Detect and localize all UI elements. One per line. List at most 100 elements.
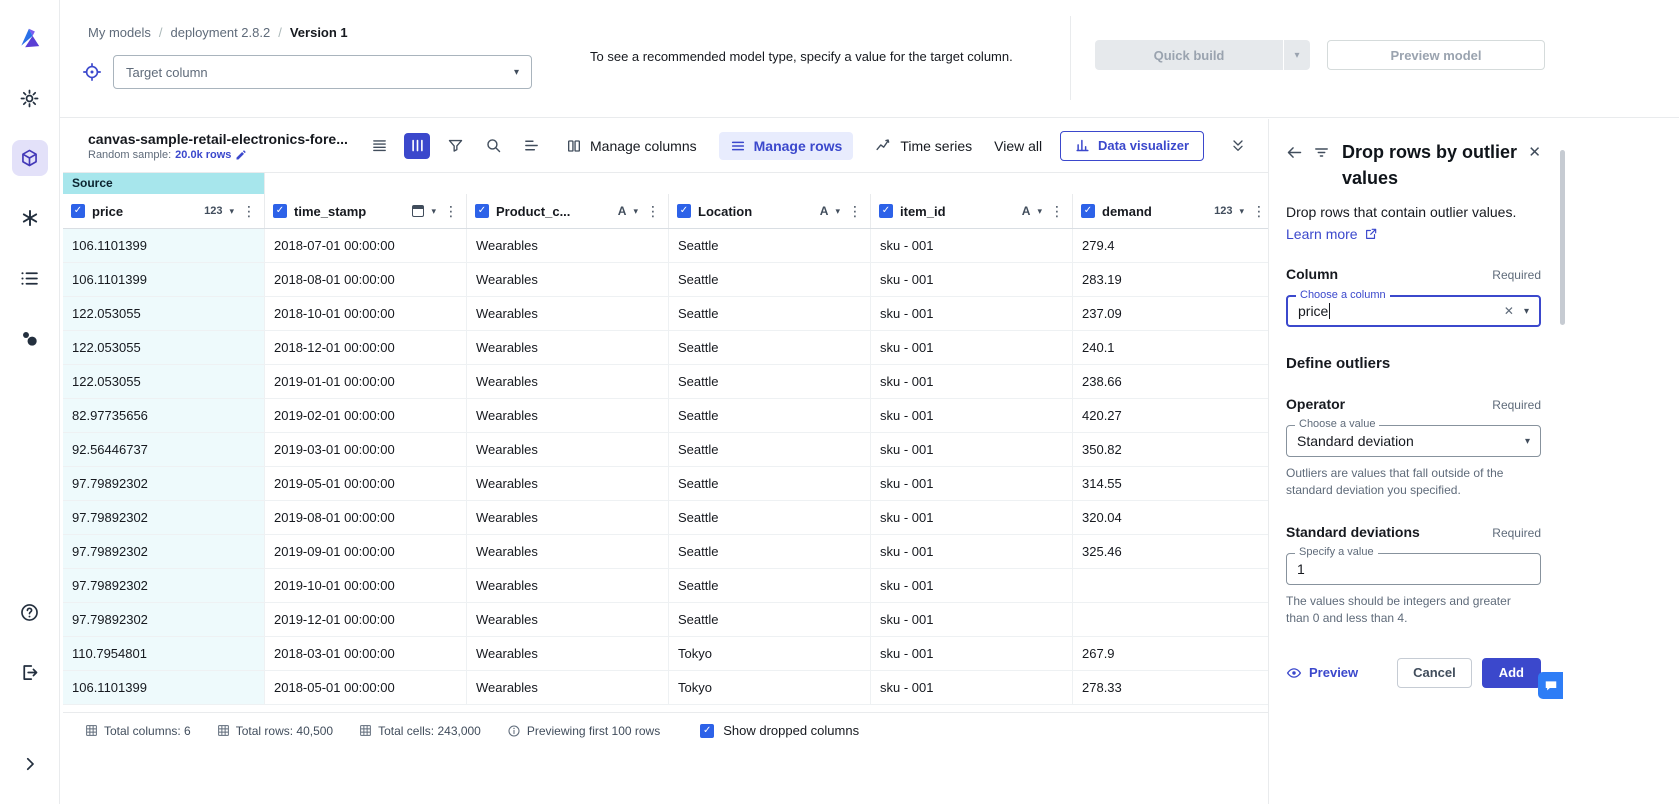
column-type-caret-icon[interactable]: ▾ (1239, 206, 1244, 217)
cell: 92.56446737 (63, 433, 265, 467)
table-row: 97.798923022019-08-01 00:00:00WearablesS… (63, 501, 1268, 535)
panel-title: Drop rows by outlier values (1342, 139, 1520, 191)
grid-icon (359, 724, 372, 737)
column-header-Product_c...[interactable]: ✓Product_c...A▾⋮ (467, 194, 669, 228)
breadcrumb-item[interactable]: deployment 2.8.2 (170, 25, 270, 40)
column-name: demand (1102, 204, 1152, 219)
models-nav-icon[interactable] (12, 140, 48, 176)
column-type-caret-icon[interactable]: ▾ (431, 206, 436, 217)
list-view-icon[interactable] (366, 133, 392, 159)
collapse-toolbar-icon[interactable] (1230, 138, 1246, 154)
column-type-caret-icon[interactable]: ▾ (1037, 206, 1042, 217)
target-column-select[interactable]: Target column ▾ (113, 55, 532, 89)
grid-view-icon[interactable] (404, 133, 430, 159)
chat-widget-button[interactable] (1538, 672, 1563, 699)
column-menu-icon[interactable]: ⋮ (1050, 203, 1064, 220)
list-nav-icon[interactable] (12, 260, 48, 296)
column-header-Location[interactable]: ✓LocationA▾⋮ (669, 194, 871, 228)
back-icon[interactable] (1286, 144, 1303, 161)
calendar-type-icon (412, 205, 424, 217)
column-checkbox[interactable]: ✓ (1081, 204, 1095, 218)
column-type-caret-icon[interactable]: ▾ (633, 206, 638, 217)
quick-build-caret-icon[interactable]: ▾ (1283, 40, 1310, 70)
status-bar: Total columns: 6 Total rows: 40,500 Tota… (63, 712, 1268, 748)
cell: 97.79892302 (63, 603, 265, 637)
column-combobox[interactable]: Choose a column price ✕ ▾ (1286, 295, 1541, 327)
show-dropped-checkbox[interactable]: ✓ (700, 724, 714, 738)
cell: Wearables (467, 433, 669, 467)
operator-select[interactable]: Choose a value Standard deviation ▾ (1286, 425, 1541, 457)
data-visualizer-button[interactable]: Data visualizer (1060, 131, 1204, 161)
time-series-button[interactable]: Time series (875, 137, 972, 154)
scrollbar-thumb[interactable] (1560, 150, 1565, 325)
automations-nav-icon[interactable] (12, 200, 48, 236)
cell: 122.053055 (63, 331, 265, 365)
cell: 240.1 (1073, 331, 1268, 365)
text-type-icon: A (820, 204, 829, 218)
preview-label: Preview (1309, 665, 1358, 680)
cancel-button[interactable]: Cancel (1397, 658, 1472, 688)
column-menu-icon[interactable]: ⋮ (444, 203, 458, 220)
column-menu-icon[interactable]: ⋮ (242, 203, 256, 220)
breadcrumb-item[interactable]: My models (88, 25, 151, 40)
cell: 97.79892302 (63, 535, 265, 569)
column-menu-icon[interactable]: ⋮ (646, 203, 660, 220)
datasets-nav-icon[interactable] (12, 320, 48, 356)
quick-build-split-button: Quick build ▾ (1095, 40, 1310, 70)
column-checkbox[interactable]: ✓ (273, 204, 287, 218)
column-checkbox[interactable]: ✓ (879, 204, 893, 218)
cell: 320.04 (1073, 501, 1268, 535)
cell: Tokyo (669, 637, 871, 671)
app-logo[interactable] (12, 20, 48, 56)
search-icon[interactable] (480, 133, 506, 159)
logout-icon[interactable] (12, 654, 48, 690)
chevron-down-icon[interactable]: ▾ (1524, 306, 1529, 317)
column-header-item_id[interactable]: ✓item_idA▾⋮ (871, 194, 1073, 228)
view-all-button[interactable]: View all (994, 138, 1042, 154)
column-menu-icon[interactable]: ⋮ (848, 203, 862, 220)
chevron-down-icon: ▾ (514, 67, 519, 78)
preview-model-button[interactable]: Preview model (1327, 40, 1545, 70)
help-icon[interactable] (12, 594, 48, 630)
checklist-icon[interactable] (518, 133, 544, 159)
learn-more-label: Learn more (1286, 226, 1358, 242)
chevron-down-icon[interactable]: ▾ (1525, 436, 1530, 447)
clear-icon[interactable]: ✕ (1504, 304, 1514, 318)
cell: Seattle (669, 603, 871, 637)
preview-button[interactable]: Preview (1286, 665, 1358, 681)
panel-header: Drop rows by outlier values ✕ (1286, 139, 1541, 191)
column-checkbox[interactable]: ✓ (475, 204, 489, 218)
column-header-demand[interactable]: ✓demand123▾⋮ (1073, 194, 1268, 228)
close-icon[interactable]: ✕ (1528, 143, 1541, 161)
cell: sku - 001 (871, 365, 1073, 399)
table-row: 106.11013992018-07-01 00:00:00WearablesS… (63, 229, 1268, 263)
table-row: 97.798923022019-05-01 00:00:00WearablesS… (63, 467, 1268, 501)
source-tab[interactable]: Source (63, 173, 265, 194)
add-button[interactable]: Add (1482, 658, 1541, 688)
settings-gear-icon[interactable] (12, 80, 48, 116)
column-type-caret-icon[interactable]: ▾ (229, 206, 234, 217)
std-field-value: 1 (1297, 561, 1305, 577)
edit-sample-pencil-icon[interactable] (235, 149, 247, 161)
quick-build-button[interactable]: Quick build (1095, 40, 1283, 70)
expand-sidebar-icon[interactable] (12, 746, 48, 782)
learn-more-link[interactable]: Learn more (1286, 226, 1378, 242)
column-header-price[interactable]: ✓price123▾⋮ (63, 194, 265, 228)
manage-rows-button[interactable]: Manage rows (719, 132, 854, 160)
column-menu-icon[interactable]: ⋮ (1252, 203, 1266, 220)
previewing-stat: Previewing first 100 rows (507, 724, 660, 738)
columns-icon (566, 138, 582, 154)
column-type-caret-icon[interactable]: ▾ (835, 206, 840, 217)
column-checkbox[interactable]: ✓ (71, 204, 85, 218)
top-header: My models/deployment 2.8.2/Version 1 Tar… (60, 0, 1679, 118)
standard-deviations-input[interactable]: Specify a value 1 (1286, 553, 1541, 585)
grid-header-row: ✓price123▾⋮✓time_stamp▾⋮✓Product_c...A▾⋮… (63, 194, 1268, 229)
manage-columns-button[interactable]: Manage columns (566, 138, 697, 154)
filter-icon[interactable] (442, 133, 468, 159)
column-checkbox[interactable]: ✓ (677, 204, 691, 218)
table-row: 110.79548012018-03-01 00:00:00WearablesT… (63, 637, 1268, 671)
column-header-time_stamp[interactable]: ✓time_stamp▾⋮ (265, 194, 467, 228)
random-sample-value[interactable]: 20.0k rows (175, 149, 231, 161)
std-help-text: The values should be integers and greate… (1286, 593, 1536, 628)
manage-rows-label: Manage rows (754, 138, 843, 154)
